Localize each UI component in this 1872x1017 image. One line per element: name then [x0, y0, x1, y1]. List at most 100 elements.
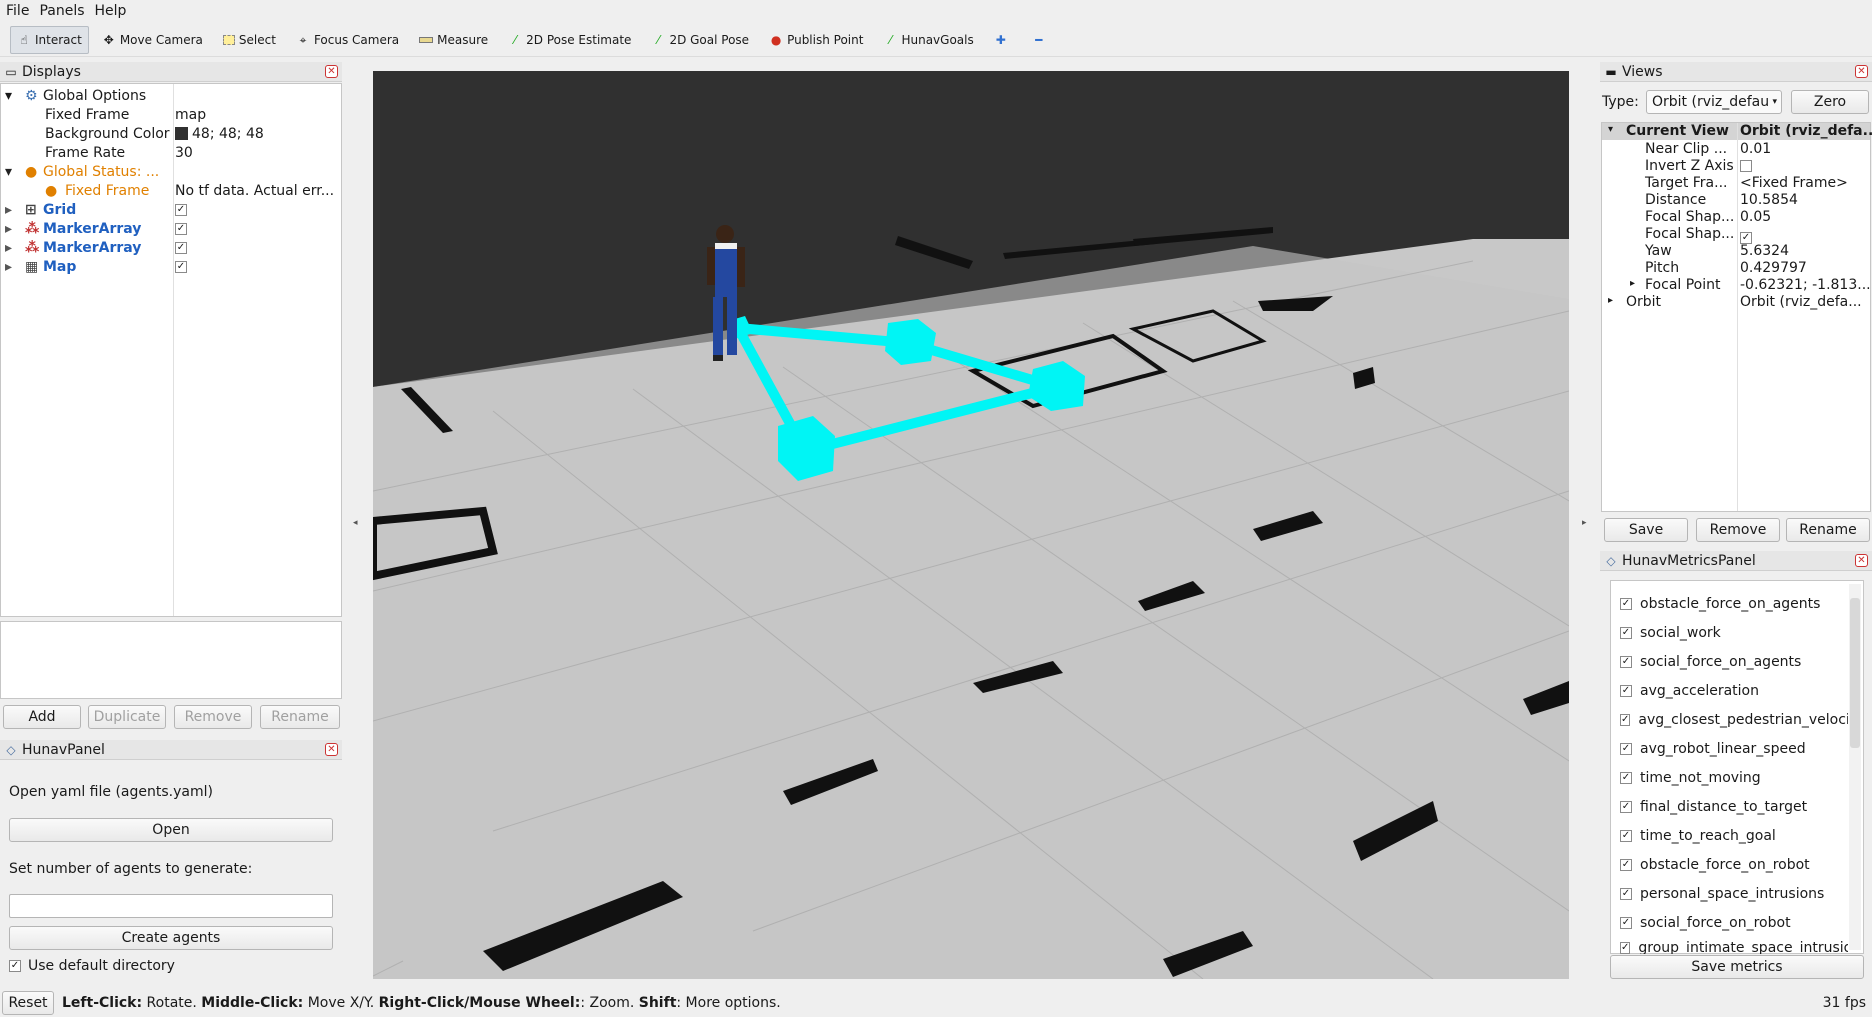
rename-display-button[interactable]: Rename	[260, 705, 340, 729]
hand-icon: ☝	[20, 32, 28, 47]
create-agents-button[interactable]: Create agents	[9, 926, 333, 950]
zero-button[interactable]: Zero	[1791, 90, 1869, 114]
tree-markerarray-1[interactable]: ▸ ⁂ MarkerArray	[1, 219, 141, 238]
minus-icon: ━	[1035, 32, 1043, 47]
status-fixed-frame: ● Fixed Frame	[45, 182, 150, 199]
metric-item[interactable]: ✓ group_intimate_space_intrusio	[1620, 941, 1848, 954]
close-icon[interactable]: ✕	[1855, 554, 1868, 567]
save-view-button[interactable]: Save	[1604, 518, 1688, 542]
publish-point-tool[interactable]: ● Publish Point	[762, 26, 870, 54]
focus-camera-tool[interactable]: ⌖ Focus Camera	[289, 26, 406, 54]
focal-shape-size-label: Focal Shap...	[1645, 209, 1735, 225]
select-tool[interactable]: Select	[216, 26, 283, 54]
add-tool-button[interactable]: ✚	[987, 26, 1019, 54]
gear-icon: ⚙	[25, 87, 38, 104]
metric-item[interactable]: ✓ obstacle_force_on_robot	[1620, 854, 1848, 876]
displays-title-bar: ▭ Displays ✕	[0, 62, 342, 82]
orbit-label[interactable]: Orbit	[1626, 294, 1661, 310]
invert-z-checkbox[interactable]	[1740, 160, 1752, 176]
map-checkbox[interactable]: ✓	[175, 257, 187, 276]
default-dir-checkbox[interactable]: ✓ Use default directory	[9, 958, 175, 974]
goal-pose-tool[interactable]: ⁄ 2D Goal Pose	[644, 26, 756, 54]
metric-label: social_force_on_agents	[1640, 654, 1802, 670]
duplicate-display-button[interactable]: Duplicate	[88, 705, 166, 729]
agents-number-input[interactable]	[9, 894, 333, 918]
menu-panels[interactable]: Panels	[39, 3, 84, 19]
interact-tool[interactable]: ☝ Interact	[10, 25, 89, 54]
fixed-frame-value[interactable]: map	[175, 105, 206, 124]
chevron-right-icon: ▸	[5, 258, 13, 275]
target-frame-value[interactable]: <Fixed Frame>	[1740, 175, 1848, 191]
remove-view-button[interactable]: Remove	[1696, 518, 1780, 542]
monitor-icon: ▭	[5, 64, 17, 79]
check-icon: ✓	[175, 260, 187, 273]
metric-item[interactable]: ✓ avg_acceleration	[1620, 680, 1848, 702]
3d-viewport[interactable]	[373, 71, 1569, 979]
markerarray-2-checkbox[interactable]: ✓	[175, 238, 187, 257]
add-display-button[interactable]: Add	[3, 705, 81, 729]
menu-file[interactable]: File	[6, 3, 29, 19]
remove-display-button[interactable]: Remove	[174, 705, 252, 729]
display-description	[0, 621, 342, 699]
tree-markerarray-2[interactable]: ▸ ⁂ MarkerArray	[1, 238, 141, 257]
frame-rate-value[interactable]: 30	[175, 143, 193, 162]
focal-point-value[interactable]: -0.62321; -1.813...	[1740, 277, 1871, 293]
near-clip-value[interactable]: 0.01	[1740, 141, 1771, 157]
map-icon: ▦	[25, 258, 39, 275]
close-icon[interactable]: ✕	[325, 65, 338, 78]
check-icon: ✓	[1620, 830, 1632, 842]
metric-item[interactable]: ✓ social_work	[1620, 622, 1848, 644]
distance-value[interactable]: 10.5854	[1740, 192, 1798, 208]
metric-item[interactable]: ✓ social_force_on_robot	[1620, 912, 1848, 934]
focal-point-label[interactable]: Focal Point	[1645, 277, 1721, 293]
collapse-right-icon[interactable]: ▸	[1582, 518, 1587, 528]
bg-color-label: Background Color	[45, 125, 170, 142]
grid-checkbox[interactable]: ✓	[175, 200, 187, 219]
hunav-goals-tool[interactable]: ⁄ HunavGoals	[876, 26, 980, 54]
save-metrics-button[interactable]: Save metrics	[1610, 955, 1864, 979]
metric-item[interactable]: ✓ avg_robot_linear_speed	[1620, 738, 1848, 760]
scrollbar-thumb[interactable]	[1850, 598, 1860, 748]
metric-label: avg_closest_pedestrian_velocit	[1638, 712, 1848, 728]
distance-label: Distance	[1645, 192, 1707, 208]
hunav-panel-title-bar: ◇ HunavPanel ✕	[0, 740, 342, 760]
yaw-value[interactable]: 5.6324	[1740, 243, 1789, 259]
metric-item[interactable]: ✓ time_to_reach_goal	[1620, 825, 1848, 847]
metric-item[interactable]: ✓ time_not_moving	[1620, 767, 1848, 789]
view-type-select[interactable]: Orbit (rviz_defau ▾	[1646, 90, 1782, 114]
close-icon[interactable]: ✕	[325, 743, 338, 756]
remove-tool-button[interactable]: ━	[1025, 26, 1057, 54]
metric-item[interactable]: ✓ obstacle_force_on_agents	[1620, 593, 1848, 615]
tree-global-options[interactable]: ▾ ⚙ Global Options	[1, 86, 146, 105]
rename-view-button[interactable]: Rename	[1786, 518, 1870, 542]
check-icon: ✓	[1620, 714, 1631, 726]
move-camera-tool[interactable]: ✥ Move Camera	[95, 26, 210, 54]
chevron-right-icon: ▸	[5, 201, 13, 218]
pitch-value[interactable]: 0.429797	[1740, 260, 1807, 276]
tree-grid[interactable]: ▸ ⊞ Grid	[1, 200, 76, 219]
chevron-down-icon: ▾	[1608, 124, 1614, 135]
markerarray-1-checkbox[interactable]: ✓	[175, 219, 187, 238]
tree-map[interactable]: ▸ ▦ Map	[1, 257, 76, 276]
metric-item[interactable]: ✓ social_force_on_agents	[1620, 651, 1848, 673]
measure-tool[interactable]: Measure	[412, 26, 495, 54]
check-icon: ✓	[1620, 941, 1631, 954]
fps-counter: 31 fps	[1822, 995, 1866, 1011]
tree-global-status[interactable]: ▾ ● Global Status: ...	[1, 162, 159, 181]
metric-label: personal_space_intrusions	[1640, 886, 1825, 902]
close-icon[interactable]: ✕	[1855, 65, 1868, 78]
metrics-scrollbar[interactable]	[1849, 584, 1861, 950]
open-button[interactable]: Open	[9, 818, 333, 842]
menu-help[interactable]: Help	[95, 3, 127, 19]
focal-shape-fixed-label: Focal Shap...	[1645, 226, 1735, 242]
reset-button[interactable]: Reset	[2, 990, 54, 1015]
metric-item[interactable]: ✓ personal_space_intrusions	[1620, 883, 1848, 905]
metric-item[interactable]: ✓ final_distance_to_target	[1620, 796, 1848, 818]
focal-shape-fixed-checkbox[interactable]: ✓	[1740, 228, 1752, 244]
status-hint: Left-Click: Rotate. Middle-Click: Move X…	[62, 994, 781, 1011]
bg-color-value[interactable]: 48; 48; 48	[175, 124, 264, 143]
metric-item[interactable]: ✓ avg_closest_pedestrian_velocit	[1620, 709, 1848, 731]
pose-estimate-tool[interactable]: ⁄ 2D Pose Estimate	[501, 26, 638, 54]
focal-shape-size-value[interactable]: 0.05	[1740, 209, 1771, 225]
collapse-left-icon[interactable]: ◂	[353, 518, 358, 528]
